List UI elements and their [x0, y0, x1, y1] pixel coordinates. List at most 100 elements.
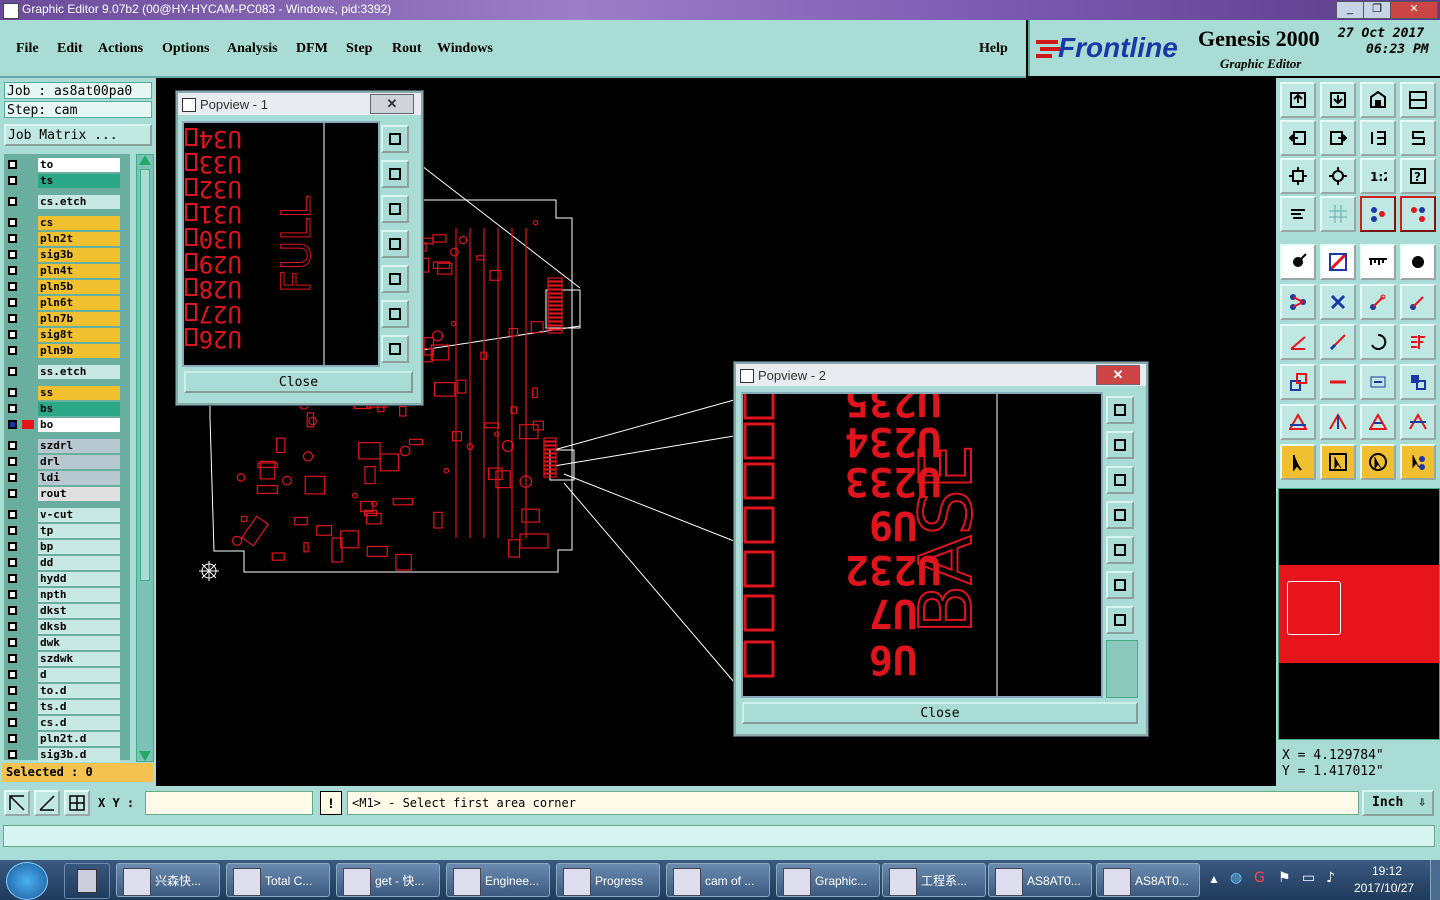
layer-checkbox[interactable] [8, 388, 17, 397]
layer-checkbox[interactable] [8, 282, 17, 291]
minimize-button[interactable]: _ [1336, 1, 1364, 19]
layer-row[interactable]: sig3b.d [6, 748, 122, 763]
layer-row[interactable]: npth [6, 588, 122, 603]
layer-checkbox[interactable] [8, 346, 17, 355]
task-total-commander[interactable]: Total C... [226, 863, 330, 897]
task-graphic-editor[interactable]: Graphic... [776, 863, 880, 897]
popview-tool-icon[interactable] [381, 300, 409, 328]
layer-row[interactable]: pln2t.d [6, 732, 122, 747]
menu-dfm[interactable]: DFM [296, 41, 328, 57]
layer-checkbox[interactable] [8, 489, 17, 498]
layer-checkbox[interactable] [8, 266, 17, 275]
layer-name[interactable]: d [38, 668, 120, 682]
layer-name[interactable]: pln2t [38, 232, 120, 246]
layer-row[interactable]: dd [6, 556, 122, 571]
layer-checkbox[interactable] [8, 734, 17, 743]
layer-checkbox[interactable] [8, 176, 17, 185]
layer-checkbox[interactable] [8, 330, 17, 339]
layer-name[interactable]: ldi [38, 471, 120, 485]
task-excel-2[interactable]: AS8AT0... [1096, 863, 1200, 897]
menu-help[interactable]: Help [979, 41, 1008, 57]
layer-name[interactable]: dkst [38, 604, 120, 618]
task-cam[interactable]: cam of ... [666, 863, 770, 897]
popview-1-close-x[interactable]: ✕ [370, 94, 414, 114]
layer-name[interactable]: pln4t [38, 264, 120, 278]
popview-1-titlebar[interactable]: Popview - 1 ✕ [178, 93, 421, 115]
measure-icon[interactable] [1360, 244, 1396, 280]
popview-tool-icon[interactable] [1106, 431, 1134, 459]
layer-name[interactable]: sig8t [38, 328, 120, 342]
home-view-icon[interactable] [1360, 82, 1396, 118]
layer-name[interactable]: ss [38, 386, 120, 400]
pan-right-icon[interactable] [1320, 120, 1356, 156]
layer-name[interactable]: pln9b [38, 344, 120, 358]
box-select-icon[interactable] [1400, 364, 1436, 400]
edit-pad-icon[interactable] [1360, 284, 1396, 320]
layer-checkbox[interactable] [8, 590, 17, 599]
add-pad-icon[interactable] [1280, 244, 1316, 280]
layer-checkbox[interactable] [8, 574, 17, 583]
popview-tool-icon[interactable] [381, 160, 409, 188]
triangle-split-icon[interactable] [1320, 404, 1356, 440]
layer-row[interactable]: sig8t [6, 328, 122, 343]
layer-checkbox[interactable] [8, 197, 17, 206]
layer-row[interactable]: bp [6, 540, 122, 555]
menu-rout[interactable]: Rout [392, 41, 422, 57]
s-tool-icon[interactable] [1400, 120, 1436, 156]
layer-name[interactable]: cs.d [38, 716, 120, 730]
pointer-icon[interactable] [1280, 444, 1316, 480]
layer-row[interactable]: ss [6, 386, 122, 401]
layer-name[interactable]: cs.etch [38, 195, 120, 209]
layer-checkbox[interactable] [8, 638, 17, 647]
layer-name[interactable]: npth [38, 588, 120, 602]
layer-checkbox[interactable] [8, 160, 17, 169]
popview-tool-icon[interactable] [381, 335, 409, 363]
close-window-button[interactable]: ✕ [1390, 1, 1438, 19]
layer-row[interactable]: sig3b [6, 248, 122, 263]
task-get-browser[interactable]: get - 快... [336, 863, 440, 897]
menu-step[interactable]: Step [346, 41, 372, 57]
pan-left-icon[interactable] [1280, 120, 1316, 156]
layer-checkbox[interactable] [8, 473, 17, 482]
layer-name[interactable]: ts.d [38, 700, 120, 714]
popview-tool-icon[interactable] [381, 195, 409, 223]
layer-checkbox[interactable] [8, 718, 17, 727]
task-engineering-system[interactable]: 工程系... [882, 863, 986, 897]
task-excel-1[interactable]: AS8AT0... [988, 863, 1092, 897]
menu-edit[interactable]: Edit [57, 41, 83, 57]
angle-mode-icon[interactable] [34, 790, 60, 816]
popview-2-close-x[interactable]: ✕ [1096, 365, 1140, 385]
task-engineering[interactable]: Enginee... [446, 863, 550, 897]
layer-row[interactable]: pln4t [6, 264, 122, 279]
overview-viewport[interactable] [1287, 581, 1341, 635]
layer-checkbox[interactable] [8, 218, 17, 227]
grid-icon[interactable] [1320, 196, 1356, 232]
layer-list-scrollbar[interactable] [136, 154, 154, 762]
layer-row[interactable]: v-cut [6, 508, 122, 523]
layer-row[interactable]: pln2t [6, 232, 122, 247]
layer-row[interactable]: ldi [6, 471, 122, 486]
layer-row[interactable]: pln5b [6, 280, 122, 295]
scale-1-2-icon[interactable]: 1:2 [1360, 158, 1396, 194]
pointer-box-icon[interactable] [1320, 444, 1356, 480]
system-tray-icons[interactable]: ◍ G ⚑ ▭ ♪ [1228, 870, 1348, 890]
layer-name[interactable]: pln7b [38, 312, 120, 326]
layer-checkbox[interactable] [8, 750, 17, 759]
menu-file[interactable]: File [16, 41, 39, 57]
popview-2-titlebar[interactable]: Popview - 2 ✕ [736, 364, 1146, 386]
layer-row[interactable]: cs [6, 216, 122, 231]
connect-icon[interactable] [1280, 284, 1316, 320]
layer-checkbox[interactable] [8, 702, 17, 711]
draw-line-icon[interactable] [1320, 244, 1356, 280]
layer-row[interactable]: cs.etch [6, 195, 122, 210]
layer-checkbox[interactable] [8, 526, 17, 535]
layer-row[interactable]: bo [6, 418, 122, 433]
layer-name[interactable]: v-cut [38, 508, 120, 522]
layer-checkbox[interactable] [8, 314, 17, 323]
task-progress[interactable]: Progress [556, 863, 660, 897]
layer-row[interactable]: ts.d [6, 700, 122, 715]
menu-actions[interactable]: Actions [98, 41, 143, 57]
menu-options[interactable]: Options [162, 41, 209, 57]
array-icon[interactable] [1360, 364, 1396, 400]
layer-row[interactable]: hydd [6, 572, 122, 587]
